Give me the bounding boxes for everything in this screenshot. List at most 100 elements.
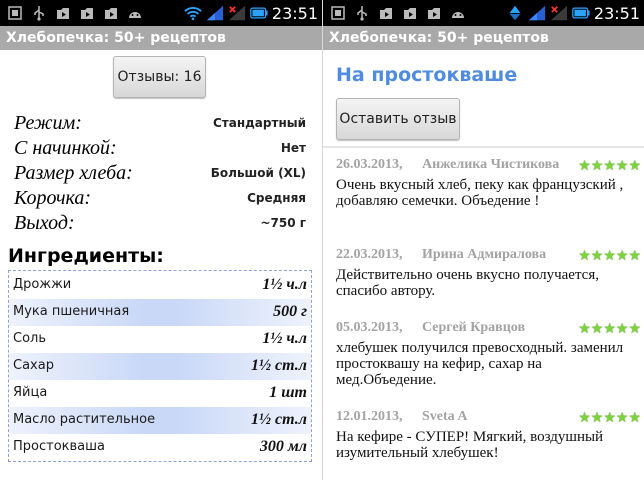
- reviews-screen: 23:51 Хлебопечка: 50+ рецептов На просто…: [322, 0, 644, 480]
- divider: [323, 146, 644, 148]
- review-date: 12.01.2013,: [336, 409, 403, 424]
- star-icon: ★: [628, 320, 641, 336]
- ingredient-qty: 1½ ч.л: [262, 330, 307, 347]
- ingredient-row: Простокваша 300 мл: [9, 434, 311, 461]
- param-label: Размер хлеба:: [14, 162, 133, 184]
- review-item: 26.03.2013, Анжелика Чистикова ★ ★ ★ ★ ★ Оче…: [336, 157, 641, 209]
- gallery-notification-icon: [329, 4, 347, 22]
- signal-icon: [528, 4, 546, 22]
- review-date: 26.03.2013,: [336, 157, 403, 172]
- recipe-screen: 23:51 Хлебопечка: 50+ рецептов Отзывы: 1…: [0, 0, 322, 480]
- param-row-yield: Выход: ~750 г: [14, 212, 306, 236]
- battery-icon: [250, 4, 268, 22]
- ingredient-qty: 1½ ч.л: [262, 276, 307, 293]
- android-debug-icon: [126, 4, 144, 22]
- review-author: Анжелика Чистикова: [422, 157, 560, 172]
- ingredient-qty: 1½ ст.л: [251, 357, 307, 374]
- star-icon: ★: [590, 157, 604, 173]
- app-title-bar: Хлебопечка: 50+ рецептов: [0, 26, 322, 50]
- android-debug-icon: [449, 4, 467, 22]
- star-icon: ★: [578, 157, 591, 173]
- review-date: 22.03.2013,: [336, 247, 403, 262]
- ingredient-name: Дрожжи: [13, 277, 72, 292]
- ingredient-row: Яйца 1 шт: [9, 380, 311, 407]
- signal-icon: [206, 4, 224, 22]
- review-text: На кефире - СУПЕР! Мягкий, воздушный изу…: [336, 429, 604, 461]
- ingredient-qty: 300 мл: [259, 438, 307, 455]
- play-notification-icon: [102, 4, 120, 22]
- data-transfer-icon: [506, 4, 524, 22]
- ingredient-qty: 500 г: [273, 303, 307, 320]
- status-bar: 23:51: [323, 0, 644, 26]
- ingredients-title: Ингредиенты:: [8, 245, 164, 267]
- play-notification-icon: [401, 4, 419, 22]
- app-title: Хлебопечка: 50+ рецептов: [329, 30, 549, 46]
- star-icon: ★: [615, 320, 629, 336]
- ingredient-name: Яйца: [13, 385, 48, 400]
- star-icon: ★: [615, 409, 629, 425]
- param-label: Режим:: [14, 112, 82, 134]
- review-date: 05.03.2013,: [336, 320, 403, 335]
- rating-stars: ★ ★ ★ ★ ★: [578, 409, 641, 425]
- star-icon: ★: [603, 409, 616, 425]
- star-icon: ★: [603, 157, 616, 173]
- ingredient-row: Дрожжи 1½ ч.л: [9, 272, 311, 299]
- review-text: Очень вкусный хлеб, пеку как французский…: [336, 177, 624, 209]
- recipe-title: На простокваше: [336, 64, 518, 86]
- param-value: Средняя: [247, 191, 306, 205]
- leave-review-button[interactable]: Оставить отзыв: [336, 98, 460, 140]
- reviews-button[interactable]: Отзывы: 16: [113, 56, 206, 98]
- review-text: Действительно очень вкусно получается, с…: [336, 267, 599, 299]
- play-notification-icon: [78, 4, 96, 22]
- review-item: 05.03.2013, Сергей Кравцов ★ ★ ★ ★ ★ хлебуше…: [336, 320, 641, 388]
- ingredient-name: Мука пшеничная: [13, 304, 130, 319]
- star-icon: ★: [578, 320, 591, 336]
- ingredient-row: Мука пшеничная 500 г: [9, 299, 311, 326]
- star-icon: ★: [590, 247, 604, 263]
- ingredients-table: Дрожжи 1½ ч.л Мука пшеничная 500 г Соль …: [8, 270, 312, 462]
- param-label: Корочка:: [14, 187, 92, 209]
- app-title: Хлебопечка: 50+ рецептов: [6, 30, 226, 46]
- ingredient-qty: 1½ ст.л: [251, 411, 307, 428]
- ingredient-name: Простокваша: [13, 439, 105, 454]
- rating-stars: ★ ★ ★ ★ ★: [578, 320, 641, 336]
- star-icon: ★: [603, 247, 616, 263]
- star-icon: ★: [615, 157, 629, 173]
- param-row-size: Размер хлеба: Большой (XL): [14, 162, 306, 186]
- rating-stars: ★ ★ ★ ★ ★: [578, 247, 641, 263]
- gallery-notification-icon: [6, 4, 24, 22]
- review-author: Ирина Адмиралова: [422, 247, 547, 262]
- star-icon: ★: [628, 247, 641, 263]
- star-icon: ★: [590, 409, 604, 425]
- review-author: Сергей Кравцов: [422, 320, 526, 335]
- param-label: Выход:: [14, 212, 75, 234]
- ingredient-name: Сахар: [13, 358, 54, 373]
- status-time: 23:51: [593, 3, 640, 23]
- param-row-mode: Режим: Стандартный: [14, 112, 306, 136]
- app-title-bar: Хлебопечка: 50+ рецептов: [323, 26, 644, 50]
- ingredient-name: Масло растительное: [13, 412, 156, 427]
- usb-icon: [30, 4, 48, 22]
- play-notification-icon: [377, 4, 395, 22]
- star-icon: ★: [628, 157, 641, 173]
- review-text: хлебушек получился превосходный. заменил…: [336, 340, 624, 388]
- param-value: Большой (XL): [210, 166, 306, 180]
- ingredient-name: Соль: [13, 331, 47, 346]
- ingredient-row: Масло растительное 1½ ст.л: [9, 407, 311, 434]
- play-notification-icon: [54, 4, 72, 22]
- review-author: Sveta A: [422, 409, 468, 424]
- ingredient-row: Сахар 1½ ст.л: [9, 353, 311, 380]
- no-signal-icon: [228, 4, 246, 22]
- star-icon: ★: [590, 320, 604, 336]
- param-value: Стандартный: [212, 116, 306, 130]
- star-icon: ★: [578, 247, 591, 263]
- star-icon: ★: [628, 409, 641, 425]
- ingredient-qty: 1 шт: [269, 384, 307, 401]
- wifi-icon: [184, 4, 202, 22]
- ingredient-row: Соль 1½ ч.л: [9, 326, 311, 353]
- battery-icon: [572, 4, 590, 22]
- param-value: ~750 г: [260, 216, 306, 230]
- usb-icon: [353, 4, 371, 22]
- param-row-crust: Корочка: Средняя: [14, 187, 306, 211]
- no-signal-icon: [550, 4, 568, 22]
